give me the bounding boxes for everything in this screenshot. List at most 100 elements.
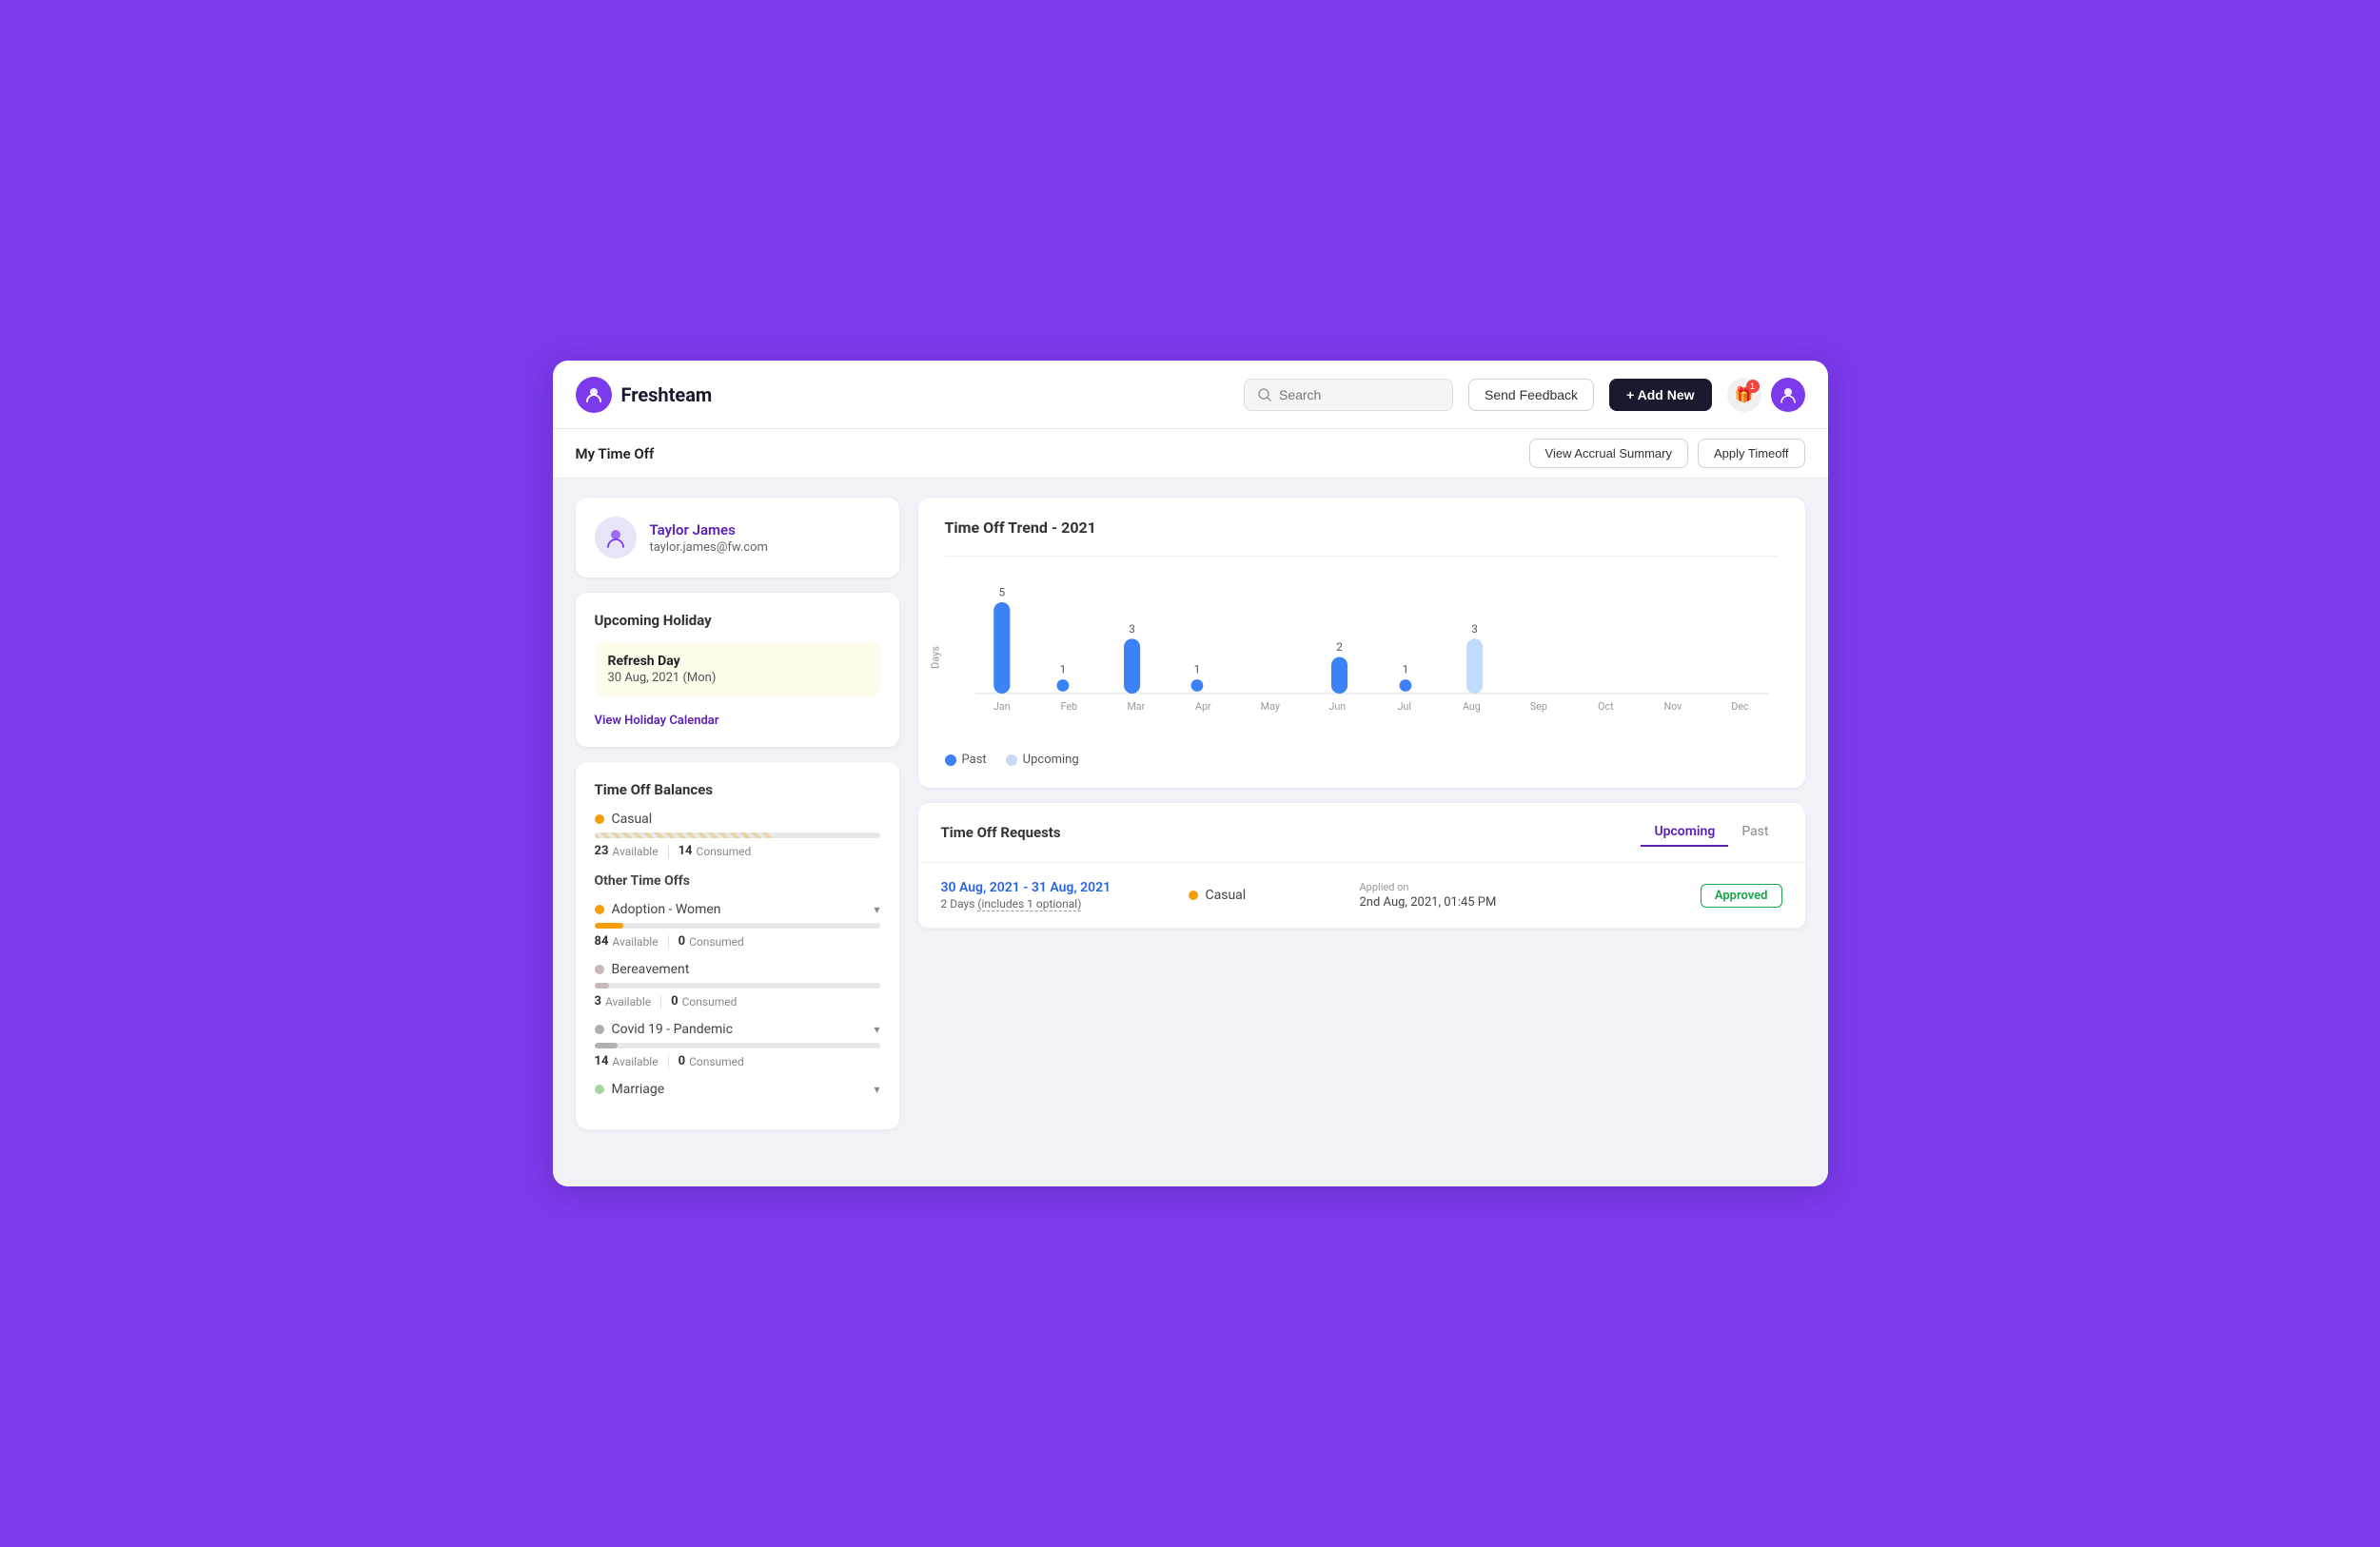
chart-legend: Past Upcoming [945, 753, 1779, 767]
notification-button[interactable]: 🎁 1 [1727, 378, 1761, 412]
covid-label: Covid 19 - Pandemic [612, 1022, 734, 1037]
casual-label-row: Casual [595, 812, 880, 827]
bereavement-stats: 3 Available 0 Consumed [595, 994, 880, 1008]
holiday-name: Refresh Day [608, 654, 867, 669]
other-timeoffs-subtitle: Other Time Offs [595, 873, 880, 889]
svg-text:May: May [1260, 700, 1279, 713]
covid-item: Covid 19 - Pandemic ▾ 14 Available 0 Con… [595, 1022, 880, 1068]
covid-dot [595, 1025, 604, 1034]
svg-text:Jan: Jan [993, 700, 1011, 713]
view-holiday-calendar-link[interactable]: View Holiday Calendar [595, 714, 719, 728]
left-panel: Taylor James taylor.james@fw.com Upcomin… [576, 498, 899, 1167]
bereavement-dot [595, 965, 604, 974]
logo-area: Freshteam [576, 377, 713, 413]
trend-divider [945, 556, 1779, 557]
svg-text:Jun: Jun [1328, 700, 1346, 713]
add-new-button[interactable]: + Add New [1609, 379, 1711, 411]
apply-timeoff-button[interactable]: Apply Timeoff [1698, 439, 1805, 468]
right-panel: Time Off Trend - 2021 Days 5 1 [918, 498, 1805, 1167]
covid-header: Covid 19 - Pandemic ▾ [595, 1022, 880, 1037]
svg-text:Aug: Aug [1462, 700, 1480, 713]
request-type: Casual [1189, 888, 1341, 903]
adoption-dot [595, 905, 604, 914]
bereavement-label: Bereavement [612, 962, 690, 977]
marriage-item: Marriage ▾ [595, 1082, 880, 1097]
balances-title: Time Off Balances [595, 781, 880, 798]
search-bar[interactable] [1244, 379, 1453, 411]
send-feedback-button[interactable]: Send Feedback [1468, 379, 1594, 411]
casual-available-val: 23 [595, 844, 609, 858]
user-email: taylor.james@fw.com [650, 540, 768, 555]
casual-dot [595, 814, 604, 824]
svg-text:3: 3 [1129, 622, 1135, 636]
casual-consumed-lbl: Consumed [697, 845, 752, 858]
svg-text:1: 1 [1402, 663, 1408, 676]
chart-y-label: Days [929, 646, 941, 669]
adoption-bar [595, 923, 880, 929]
casual-consumed-val: 14 [679, 844, 693, 858]
casual-label: Casual [612, 812, 653, 827]
svg-text:Dec: Dec [1731, 700, 1749, 713]
request-applied: Applied on 2nd Aug, 2021, 01:45 PM [1360, 881, 1682, 910]
upcoming-holiday-card: Upcoming Holiday Refresh Day 30 Aug, 202… [576, 593, 899, 747]
adoption-chevron-icon[interactable]: ▾ [874, 903, 879, 916]
marriage-chevron-icon[interactable]: ▾ [874, 1083, 879, 1096]
holiday-date: 30 Aug, 2021 (Mon) [608, 671, 867, 685]
past-legend-label: Past [962, 753, 987, 767]
marriage-label: Marriage [612, 1082, 665, 1097]
casual-bar [595, 832, 880, 838]
svg-text:Feb: Feb [1060, 700, 1076, 713]
view-accrual-summary-button[interactable]: View Accrual Summary [1529, 439, 1688, 468]
logo-icon [576, 377, 612, 413]
optional-text: (includes 1 optional) [977, 897, 1081, 911]
tab-past[interactable]: Past [1728, 818, 1781, 847]
svg-text:Mar: Mar [1127, 700, 1145, 713]
sub-header: My Time Off View Accrual Summary Apply T… [553, 429, 1828, 479]
user-name: Taylor James [650, 521, 768, 539]
covid-bar [595, 1043, 880, 1048]
svg-text:1: 1 [1193, 663, 1200, 676]
upcoming-holiday-title: Upcoming Holiday [595, 612, 880, 629]
marriage-dot [595, 1085, 604, 1094]
search-icon [1258, 388, 1271, 401]
tab-upcoming[interactable]: Upcoming [1641, 818, 1728, 847]
table-row: 30 Aug, 2021 - 31 Aug, 2021 2 Days (incl… [918, 863, 1805, 929]
adoption-stats: 84 Available 0 Consumed [595, 934, 880, 949]
svg-text:1: 1 [1059, 663, 1066, 676]
sub-header-actions: View Accrual Summary Apply Timeoff [1529, 439, 1805, 468]
applied-on-label: Applied on [1360, 881, 1682, 893]
upcoming-legend-label: Upcoming [1023, 753, 1079, 767]
adoption-label-row: Adoption - Women [595, 902, 721, 917]
user-avatar-button[interactable] [1771, 378, 1805, 412]
user-info: Taylor James taylor.james@fw.com [650, 521, 768, 555]
main-content: Taylor James taylor.james@fw.com Upcomin… [553, 479, 1828, 1186]
search-input[interactable] [1279, 387, 1439, 402]
logo-text: Freshteam [621, 383, 713, 406]
svg-text:Jul: Jul [1397, 700, 1410, 713]
request-dates: 30 Aug, 2021 - 31 Aug, 2021 2 Days (incl… [941, 880, 1170, 911]
applied-on-value: 2nd Aug, 2021, 01:45 PM [1360, 895, 1682, 910]
requests-header: Time Off Requests Upcoming Past [918, 803, 1805, 863]
covid-stats: 14 Available 0 Consumed [595, 1054, 880, 1068]
svg-text:5: 5 [998, 586, 1005, 599]
casual-stats: 23 Available 14 Consumed [595, 844, 880, 858]
casual-balance: Casual 23 Available 14 Consumed [595, 812, 880, 858]
bereavement-header: Bereavement [595, 962, 880, 977]
upcoming-legend-dot [1006, 754, 1017, 766]
request-date-range: 30 Aug, 2021 - 31 Aug, 2021 [941, 880, 1170, 895]
user-avatar-icon [1780, 386, 1797, 403]
request-days: 2 Days (includes 1 optional) [941, 897, 1170, 911]
chart-area: Days 5 1 3 [945, 572, 1779, 743]
casual-available-lbl: Available [612, 845, 658, 858]
requests-tabs: Upcoming Past [1641, 818, 1781, 847]
svg-text:Oct: Oct [1598, 700, 1614, 713]
svg-text:Sep: Sep [1529, 700, 1546, 713]
time-off-balances-card: Time Off Balances Casual 23 Available 14 [576, 762, 899, 1129]
status-badge: Approved [1701, 884, 1782, 908]
adoption-avail-val: 84 [595, 934, 609, 949]
notification-badge: 1 [1746, 380, 1760, 393]
adoption-header: Adoption - Women ▾ [595, 902, 880, 917]
svg-text:Nov: Nov [1663, 700, 1682, 713]
covid-chevron-icon[interactable]: ▾ [874, 1023, 879, 1036]
requests-title: Time Off Requests [941, 824, 1642, 841]
